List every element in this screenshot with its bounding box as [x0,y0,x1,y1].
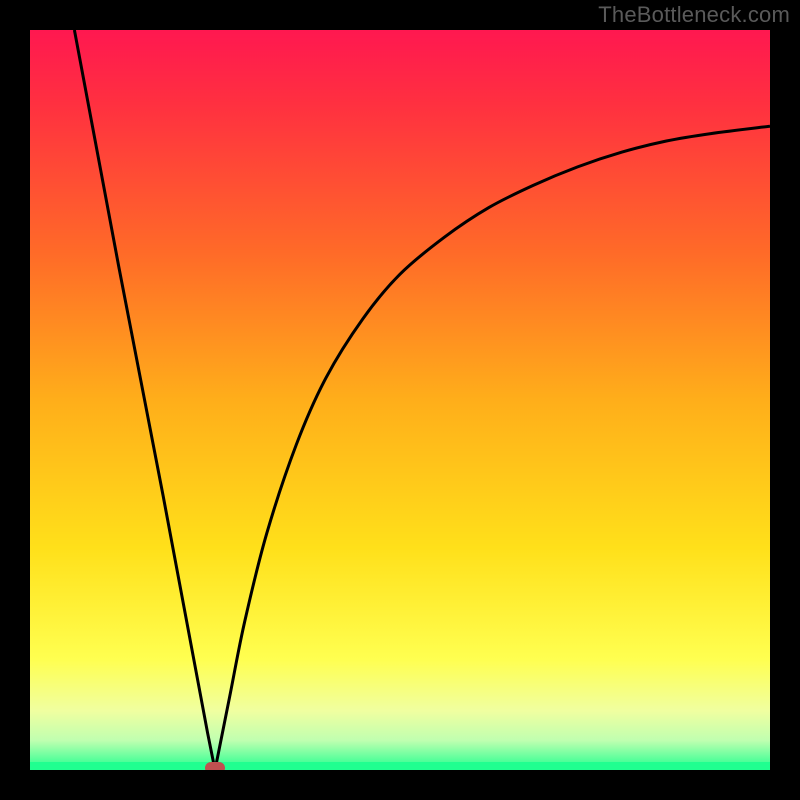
plot-svg [30,30,770,770]
chart-frame: TheBottleneck.com [0,0,800,800]
plot-area [30,30,770,770]
minimum-marker [205,762,225,770]
gradient-background [30,30,770,770]
watermark-text: TheBottleneck.com [598,2,790,28]
bottom-green-band [30,762,770,770]
